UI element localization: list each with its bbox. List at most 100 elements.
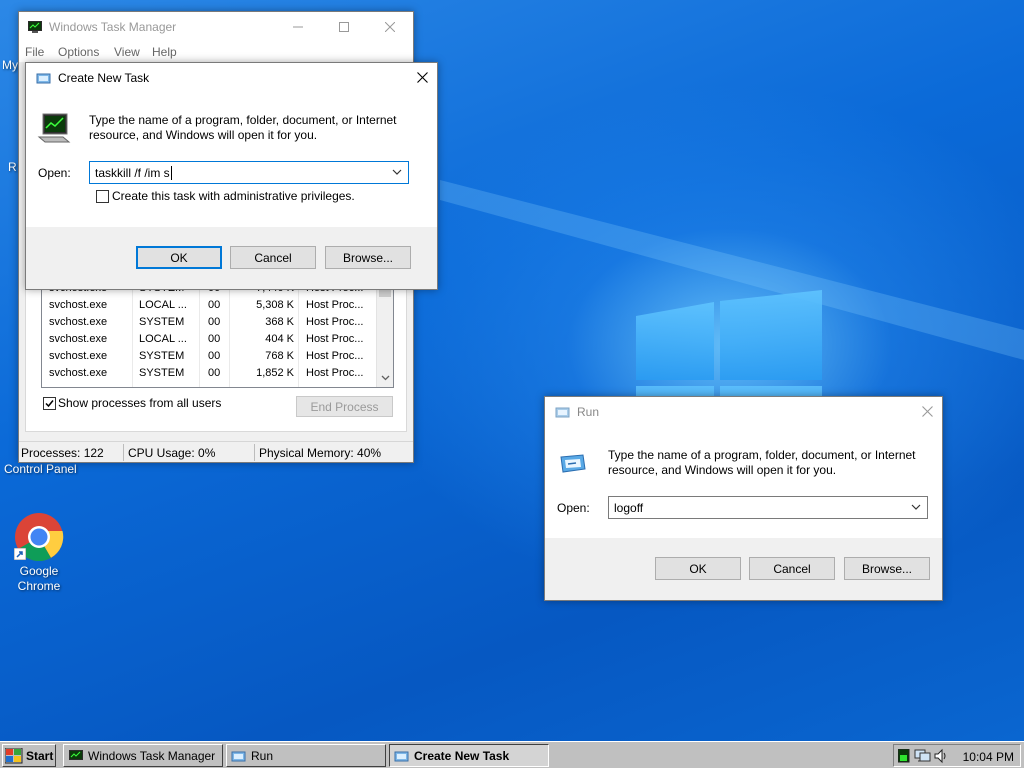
run-button-area: OK Cancel Browse... — [545, 538, 942, 600]
scrollbar-thumb[interactable] — [379, 289, 391, 297]
close-button[interactable] — [367, 12, 413, 41]
minimize-icon — [293, 26, 303, 27]
process-description: Host Proc... — [306, 316, 364, 328]
task-manager-titlebar[interactable]: Windows Task Manager — [19, 12, 413, 42]
taskbar: Start Windows Task Manager Run Create Ne… — [0, 741, 1024, 768]
menu-options[interactable]: Options — [58, 45, 99, 59]
run-dialog[interactable]: Run Type the name of a program, folder, … — [544, 396, 943, 601]
task-manager-menubar: File Options View Help — [19, 42, 413, 62]
create-task-close-button[interactable] — [407, 63, 437, 92]
process-list[interactable]: svchost.exe SYSTEM 00 7,440 K Host Proc.… — [41, 284, 394, 388]
maximize-button[interactable] — [321, 12, 367, 41]
chevron-down-icon[interactable] — [909, 500, 923, 514]
task-manager-icon — [69, 749, 83, 760]
task-manager-title: Windows Task Manager — [49, 20, 177, 34]
process-user: LOCAL ... — [139, 333, 187, 345]
process-memory: 1,852 K — [256, 367, 294, 379]
process-user: SYSTEM — [139, 367, 185, 379]
run-open-input[interactable]: logoff — [608, 496, 928, 519]
status-processes: Processes: 122 — [21, 446, 104, 460]
run-description: Type the name of a program, folder, docu… — [608, 448, 916, 477]
create-task-cancel-button[interactable]: Cancel — [230, 246, 316, 269]
run-cancel-button[interactable]: Cancel — [749, 557, 835, 580]
run-open-label: Open: — [557, 501, 590, 515]
taskbar-item-label: Windows Task Manager — [88, 748, 216, 763]
menu-view[interactable]: View — [114, 45, 140, 59]
end-process-button[interactable]: End Process — [296, 396, 393, 417]
process-row[interactable]: svchost.exe SYSTEM 00 368 K Host Proc... — [42, 315, 382, 332]
process-name: svchost.exe — [49, 367, 108, 379]
column-divider[interactable] — [229, 285, 230, 387]
create-task-description: Type the name of a program, folder, docu… — [89, 113, 397, 142]
taskbar-item-task-manager[interactable]: Windows Task Manager — [63, 744, 223, 767]
column-divider[interactable] — [199, 285, 200, 387]
control-panel-label[interactable]: Control Panel — [4, 462, 77, 476]
create-task-input-value: taskkill /f /im s — [95, 165, 170, 180]
run-ok-button[interactable]: OK — [655, 557, 741, 580]
create-task-ok-button[interactable]: OK — [136, 246, 222, 269]
create-task-browse-button[interactable]: Browse... — [325, 246, 411, 269]
process-row[interactable]: svchost.exe SYSTEM 00 768 K Host Proc... — [42, 349, 382, 366]
recycle-bin-label-partial[interactable]: R — [8, 160, 17, 174]
volume-icon[interactable] — [934, 748, 948, 764]
process-memory: 5,308 K — [256, 299, 294, 311]
create-task-open-input[interactable]: taskkill /f /im s — [89, 161, 409, 184]
process-memory: 404 K — [265, 333, 294, 345]
process-name: svchost.exe — [49, 316, 108, 328]
taskbar-item-create-new-task[interactable]: Create New Task — [389, 744, 549, 767]
status-cpu: CPU Usage: 0% — [128, 446, 216, 460]
run-input-value: logoff — [614, 500, 644, 515]
status-memory: Physical Memory: 40% — [259, 446, 382, 460]
clock[interactable]: 10:04 PM — [963, 750, 1014, 764]
system-tray: 10:04 PM — [893, 744, 1021, 767]
process-name: svchost.exe — [49, 299, 108, 311]
taskbar-item-label: Create New Task — [414, 748, 510, 763]
create-task-open-label: Open: — [38, 166, 71, 180]
process-cpu: 00 — [208, 367, 221, 379]
create-new-task-dialog[interactable]: Create New Task Type the name of a progr… — [25, 62, 438, 290]
menu-file[interactable]: File — [25, 45, 44, 59]
process-cpu: 00 — [208, 350, 221, 362]
show-all-users-checkbox[interactable] — [43, 397, 56, 410]
taskbar-item-label: Run — [251, 748, 274, 763]
desktop-icon-chrome[interactable]: Google Chrome — [8, 510, 70, 596]
menu-help[interactable]: Help — [152, 45, 177, 59]
process-row[interactable]: svchost.exe SYSTEM 00 1,852 K Host Proc.… — [42, 366, 382, 383]
run-title: Run — [577, 405, 600, 419]
process-description: Host Proc... — [306, 367, 364, 379]
status-divider — [123, 444, 124, 461]
show-all-users-label: Show processes from all users — [58, 396, 222, 410]
admin-privileges-checkbox[interactable] — [96, 190, 109, 203]
process-memory: 368 K — [265, 316, 294, 328]
create-task-titlebar[interactable]: Create New Task — [26, 63, 437, 93]
taskbar-item-run[interactable]: Run — [226, 744, 386, 767]
status-divider — [254, 444, 255, 461]
start-button[interactable]: Start — [2, 744, 56, 767]
minimize-button[interactable] — [275, 12, 321, 41]
process-cpu: 00 — [208, 333, 221, 345]
process-row[interactable]: svchost.exe LOCAL ... 00 5,308 K Host Pr… — [42, 298, 382, 315]
process-name: svchost.exe — [49, 333, 108, 345]
chrome-label-line1: Google — [19, 564, 59, 578]
process-list-scrollbar[interactable] — [376, 285, 393, 387]
column-divider[interactable] — [132, 285, 133, 387]
shortcut-arrow-icon — [14, 548, 26, 560]
column-divider[interactable] — [298, 285, 299, 387]
text-cursor — [170, 165, 172, 180]
process-cpu: 00 — [208, 299, 221, 311]
create-task-title: Create New Task — [58, 71, 150, 85]
process-row[interactable]: svchost.exe LOCAL ... 00 404 K Host Proc… — [42, 332, 382, 349]
run-titlebar[interactable]: Run — [545, 397, 942, 427]
windows-flag-icon — [5, 747, 23, 763]
chevron-down-icon[interactable] — [390, 165, 404, 179]
run-browse-button[interactable]: Browse... — [844, 557, 930, 580]
run-icon — [555, 407, 570, 418]
close-icon — [921, 406, 933, 417]
scroll-down-icon[interactable] — [377, 371, 394, 385]
process-description: Host Proc... — [306, 299, 364, 311]
run-close-button[interactable] — [912, 397, 942, 426]
task-manager-tray-icon[interactable] — [898, 749, 910, 763]
process-user: LOCAL ... — [139, 299, 187, 311]
my-computer-label-partial[interactable]: My — [2, 58, 18, 72]
network-icon[interactable] — [914, 748, 932, 764]
